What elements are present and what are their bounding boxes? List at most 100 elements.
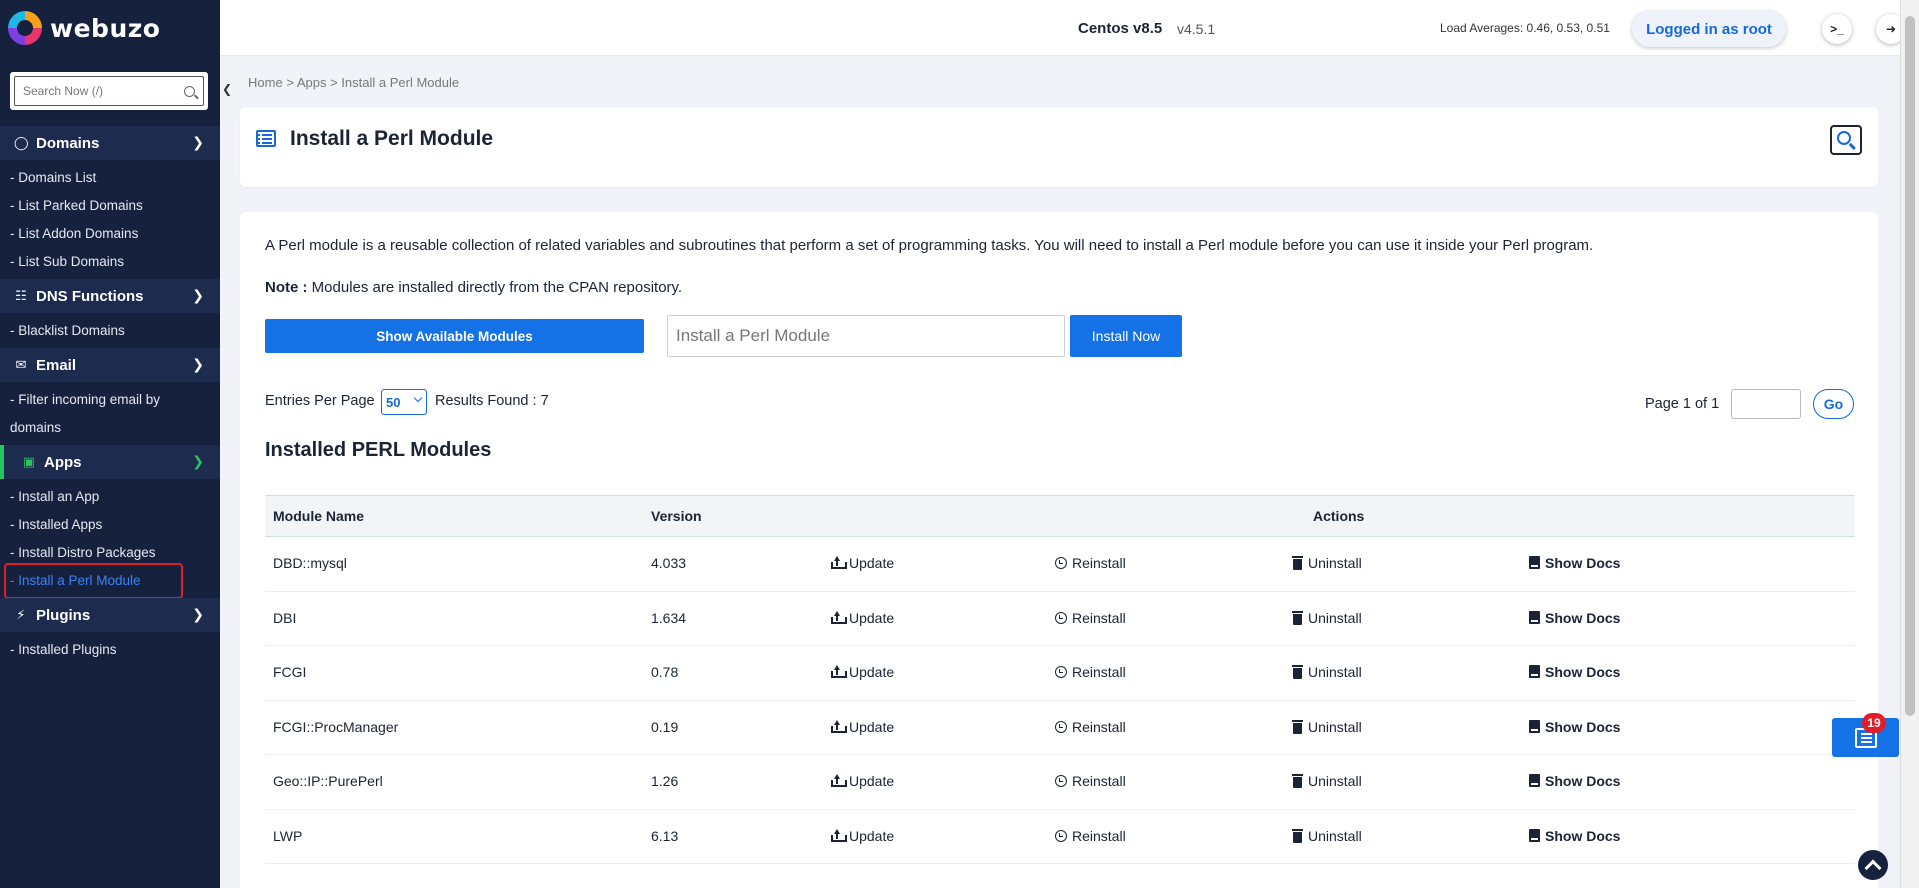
sidebar-item-installed-plugins[interactable]: - Installed Plugins bbox=[10, 642, 117, 657]
show-docs-label: Show Docs bbox=[1545, 664, 1621, 680]
reinstall-label: Reinstall bbox=[1072, 718, 1126, 735]
show-docs-label: Show Docs bbox=[1545, 773, 1621, 789]
uninstall-button[interactable]: Uninstall bbox=[1292, 664, 1362, 680]
sidebar-item-filter-incoming-email[interactable]: - Filter incoming email by bbox=[10, 392, 160, 407]
update-label: Update bbox=[849, 773, 895, 789]
book-icon bbox=[1529, 610, 1540, 625]
update-button[interactable]: Update bbox=[830, 773, 894, 789]
reinstall-button[interactable]: Reinstall bbox=[1055, 828, 1126, 844]
sidebar-collapse-icon[interactable]: ❮ bbox=[222, 82, 232, 96]
show-docs-button[interactable]: Show Docs bbox=[1529, 610, 1620, 626]
module-version: 0.78 bbox=[651, 664, 679, 680]
breadcrumb-home[interactable]: Home bbox=[248, 75, 283, 90]
update-label: Update bbox=[849, 827, 895, 844]
upload-icon bbox=[830, 665, 847, 679]
uninstall-button[interactable]: Uninstall bbox=[1292, 555, 1362, 571]
reinstall-button[interactable]: Reinstall bbox=[1055, 610, 1126, 626]
logo[interactable]: webuzo bbox=[0, 0, 220, 56]
chevron-right-icon: ❯ bbox=[192, 356, 204, 372]
table-header: Module Name Version Actions bbox=[265, 495, 1855, 537]
section-title: Installed PERL Modules bbox=[265, 439, 492, 461]
sidebar-item-installed-apps[interactable]: - Installed Apps bbox=[10, 517, 102, 532]
header-actions: Actions bbox=[1313, 508, 1365, 524]
breadcrumb: Home > Apps > Install a Perl Module bbox=[248, 75, 459, 90]
upload-icon bbox=[830, 828, 847, 843]
update-button[interactable]: Update bbox=[830, 610, 894, 626]
sidebar-section-apps[interactable]: ▣ Apps ❯ bbox=[0, 445, 220, 479]
sidebar-section-domains[interactable]: ◯ Domains ❯ bbox=[0, 126, 220, 160]
uninstall-button[interactable]: Uninstall bbox=[1292, 828, 1362, 844]
webuzo-logo-icon bbox=[8, 11, 42, 45]
sidebar-item-domains-list[interactable]: - Domains List bbox=[10, 170, 96, 185]
breadcrumb-apps[interactable]: Apps bbox=[297, 75, 327, 90]
install-now-button[interactable]: Install Now bbox=[1070, 315, 1182, 357]
update-button[interactable]: Update bbox=[830, 555, 894, 571]
terminal-icon[interactable]: >_ bbox=[1822, 14, 1852, 44]
module-name: DBD::mysql bbox=[273, 555, 347, 571]
module-version: 0.19 bbox=[651, 718, 679, 735]
header-version: Version bbox=[651, 508, 702, 524]
scrollbar-thumb[interactable] bbox=[1905, 16, 1915, 716]
reinstall-label: Reinstall bbox=[1072, 609, 1126, 626]
go-button[interactable]: Go bbox=[1813, 389, 1854, 419]
sidebar-item-filter-incoming-email-cont[interactable]: domains bbox=[10, 420, 61, 435]
show-docs-label: Show Docs bbox=[1545, 827, 1621, 844]
trash-icon bbox=[1292, 556, 1303, 570]
reinstall-icon bbox=[1055, 720, 1067, 733]
sidebar: webuzo ◯ Domains ❯ - Domains List - List… bbox=[0, 0, 220, 888]
logged-in-user-button[interactable]: Logged in as root bbox=[1632, 11, 1786, 47]
page-number-input[interactable] bbox=[1731, 389, 1801, 419]
entries-per-page-value: 50 bbox=[386, 394, 401, 410]
update-button[interactable]: Update bbox=[830, 664, 894, 680]
page-scrollbar[interactable] bbox=[1900, 0, 1919, 888]
news-count-badge: 19 bbox=[1862, 713, 1886, 733]
module-name: LWP bbox=[273, 827, 303, 844]
update-button[interactable]: Update bbox=[830, 828, 894, 844]
sidebar-item-install-an-app[interactable]: - Install an App bbox=[10, 489, 99, 504]
sidebar-section-label: Apps bbox=[44, 453, 82, 471]
sidebar-search-input[interactable] bbox=[23, 84, 173, 98]
uninstall-button[interactable]: Uninstall bbox=[1292, 610, 1362, 626]
sidebar-section-email[interactable]: ✉ Email ❯ bbox=[0, 348, 220, 382]
table-row: LWP 6.13 Update Reinstall Uninstall Show Docs bbox=[265, 810, 1855, 864]
upload-icon bbox=[830, 610, 847, 625]
sidebar-item-blacklist-domains[interactable]: - Blacklist Domains bbox=[10, 323, 125, 338]
show-docs-button[interactable]: Show Docs bbox=[1529, 828, 1620, 844]
list-icon bbox=[256, 130, 276, 147]
reinstall-button[interactable]: Reinstall bbox=[1055, 555, 1126, 571]
sidebar-section-plugins[interactable]: ⚡ Plugins ❯ bbox=[0, 598, 220, 632]
perl-module-input[interactable] bbox=[667, 315, 1065, 357]
sidebar-item-list-sub-domains[interactable]: - List Sub Domains bbox=[10, 254, 124, 269]
sidebar-item-list-parked-domains[interactable]: - List Parked Domains bbox=[10, 198, 143, 213]
reinstall-button[interactable]: Reinstall bbox=[1055, 719, 1126, 735]
scroll-to-top-button[interactable] bbox=[1858, 850, 1888, 880]
uninstall-label: Uninstall bbox=[1308, 609, 1362, 626]
sidebar-search[interactable] bbox=[10, 72, 208, 110]
breadcrumb-separator: > bbox=[286, 75, 294, 90]
show-docs-label: Show Docs bbox=[1545, 718, 1621, 735]
sidebar-item-install-distro-packages[interactable]: - Install Distro Packages bbox=[10, 545, 156, 560]
show-docs-button[interactable]: Show Docs bbox=[1529, 719, 1620, 735]
upload-icon bbox=[830, 556, 847, 570]
uninstall-button[interactable]: Uninstall bbox=[1292, 719, 1362, 735]
module-version: 1.634 bbox=[651, 609, 687, 626]
update-button[interactable]: Update bbox=[830, 719, 894, 735]
search-button[interactable] bbox=[1830, 125, 1862, 155]
show-docs-button[interactable]: Show Docs bbox=[1529, 555, 1620, 571]
reinstall-button[interactable]: Reinstall bbox=[1055, 664, 1126, 680]
show-docs-button[interactable]: Show Docs bbox=[1529, 664, 1620, 680]
sidebar-item-list-addon-domains[interactable]: - List Addon Domains bbox=[10, 226, 138, 241]
show-docs-button[interactable]: Show Docs bbox=[1529, 773, 1620, 789]
table-row: FCGI 0.78 Update Reinstall Uninstall Show Doc… bbox=[265, 646, 1855, 701]
module-version: 1.26 bbox=[651, 773, 679, 789]
search-icon[interactable] bbox=[184, 85, 195, 97]
uninstall-label: Uninstall bbox=[1308, 664, 1362, 680]
module-name: FCGI::ProcManager bbox=[273, 718, 399, 735]
book-icon bbox=[1529, 774, 1540, 788]
entries-per-page-select[interactable]: 50 bbox=[381, 389, 427, 415]
reinstall-button[interactable]: Reinstall bbox=[1055, 773, 1126, 789]
sidebar-section-dns-functions[interactable]: ☷ DNS Functions ❯ bbox=[0, 279, 220, 313]
uninstall-button[interactable]: Uninstall bbox=[1292, 773, 1362, 789]
sidebar-section-label: Email bbox=[36, 356, 77, 374]
show-available-modules-button[interactable]: Show Available Modules bbox=[265, 319, 644, 353]
